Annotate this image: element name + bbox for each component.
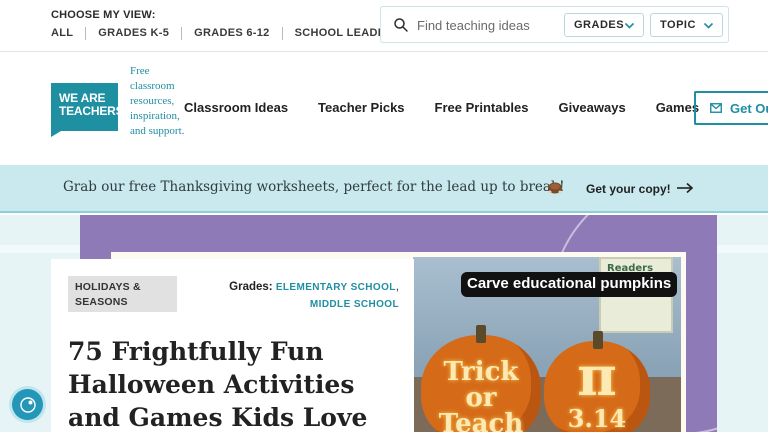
nav-item-free-printables[interactable]: Free Printables [435, 100, 529, 115]
search-input[interactable] [417, 15, 557, 35]
image-caption: Carve educational pumpkins [461, 272, 678, 297]
grades-label: Grades: [229, 281, 273, 293]
mail-icon [710, 103, 722, 113]
view-link-grades-6-12[interactable]: GRADES 6-12 [181, 27, 281, 40]
promo-cta[interactable]: Get your copy! [586, 182, 671, 196]
search-box: GRADES TOPIC [380, 6, 729, 43]
nav-item-games[interactable]: Games [656, 100, 699, 115]
site-tagline: Free classroom resources, inspiration, a… [130, 65, 185, 137]
nav-item-teacher-picks[interactable]: Teacher Picks [318, 100, 404, 115]
hero-image[interactable]: Readers Gonna Read Trick or Teach π 3.14… [413, 257, 681, 432]
promo-banner[interactable]: Grab our free Thanksgiving worksheets, p… [0, 165, 768, 213]
topic-dropdown-label: TOPIC [660, 19, 696, 31]
site-logo[interactable]: WE ARE TEACHERS [51, 83, 124, 137]
topic-dropdown[interactable]: TOPIC [650, 13, 723, 37]
category-tag[interactable]: HOLIDAYS & SEASONS [68, 276, 177, 312]
chevron-down-icon [624, 22, 635, 29]
pumpkin-carving-text: Trick or Teach [438, 357, 524, 432]
view-links: ALL GRADES K-5 GRADES 6-12 SCHOOL LEADER… [51, 27, 413, 40]
arrow-right-icon[interactable] [676, 182, 694, 194]
grade-link-elementary[interactable]: ELEMENTARY SCHOOL [276, 282, 396, 293]
pumpkin-pi-number: 3.14 [567, 404, 627, 432]
top-utility-bar: CHOOSE MY VIEW: ALL GRADES K-5 GRADES 6-… [0, 0, 768, 52]
search-icon[interactable] [393, 17, 409, 33]
pumpkin-pi-symbol: π [577, 344, 617, 408]
newsletter-button-label: Get Ou [730, 100, 768, 116]
article-card: HOLIDAYS & SEASONS Grades: ELEMENTARY SC… [51, 259, 414, 432]
chevron-down-icon [703, 22, 714, 29]
newsletter-button[interactable]: Get Ou [694, 91, 768, 125]
view-link-grades-k5[interactable]: GRADES K-5 [85, 27, 181, 40]
article-title[interactable]: 75 Frightfully Fun Halloween Activities … [68, 335, 408, 432]
view-link-all[interactable]: ALL [51, 27, 85, 40]
grades-dropdown-label: GRADES [574, 19, 625, 31]
grades-dropdown[interactable]: GRADES [564, 13, 644, 37]
grades-info: Grades: ELEMENTARY SCHOOL, MIDDLE SCHOOL [229, 279, 399, 313]
promo-text: Grab our free Thanksgiving worksheets, p… [63, 179, 565, 195]
accessibility-icon [19, 396, 36, 413]
main-nav: Classroom Ideas Teacher Picks Free Print… [184, 100, 729, 115]
nav-item-giveaways[interactable]: Giveaways [558, 100, 625, 115]
accessibility-button[interactable] [12, 389, 43, 420]
site-header: WE ARE TEACHERS Free classroom resources… [0, 52, 768, 165]
nav-item-classroom-ideas[interactable]: Classroom Ideas [184, 100, 288, 115]
grades-separator: , [395, 281, 399, 293]
choose-view-label: CHOOSE MY VIEW: [51, 9, 156, 21]
grade-link-middle[interactable]: MIDDLE SCHOOL [310, 299, 399, 310]
turkey-icon [548, 182, 562, 194]
